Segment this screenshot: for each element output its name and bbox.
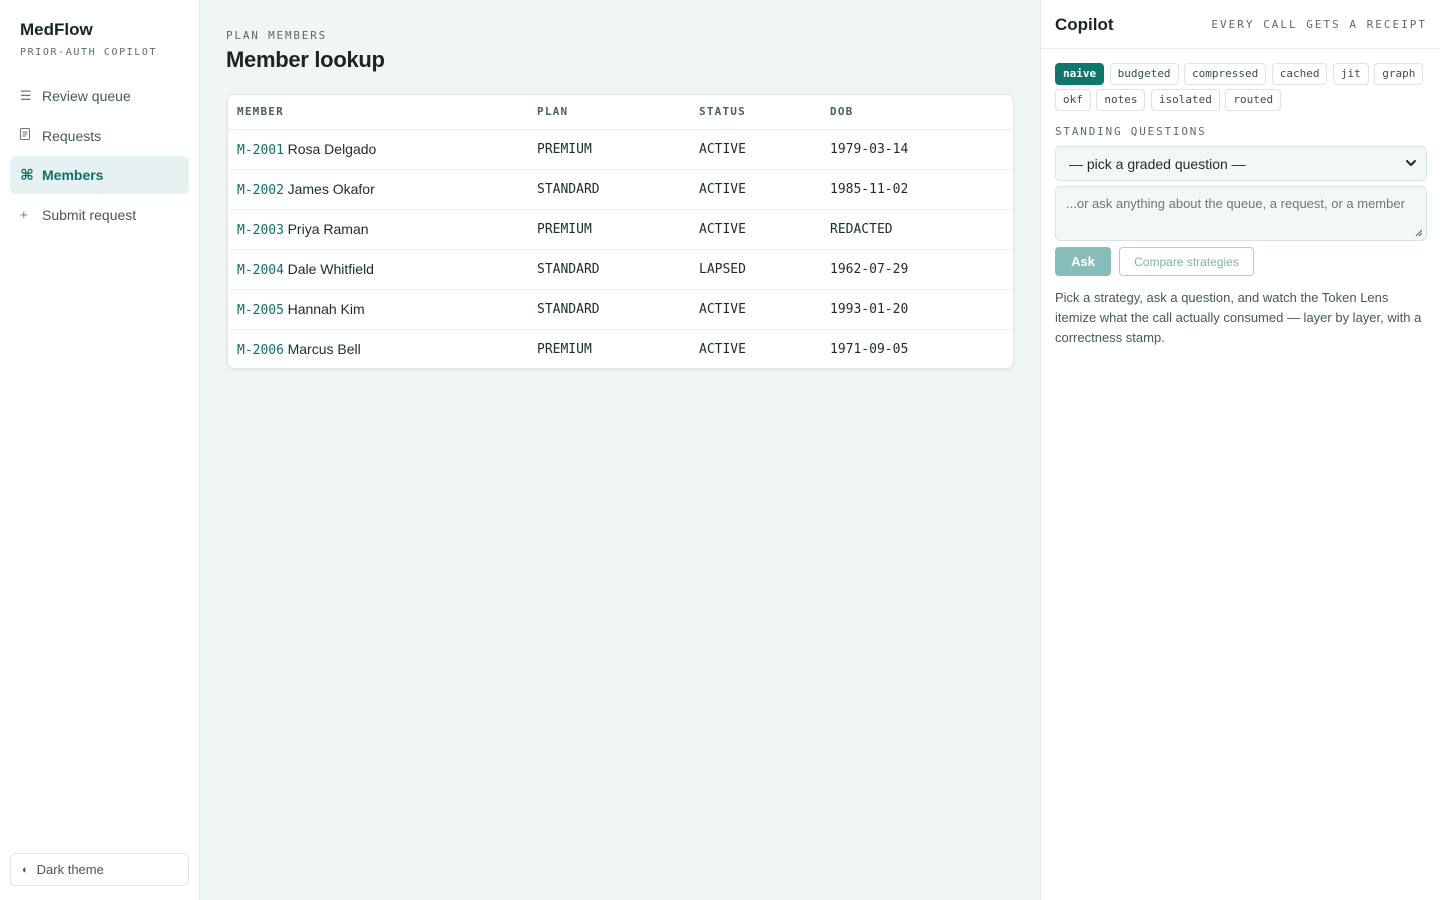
table-row[interactable]: M-2003 Priya Raman PREMIUM ACTIVE REDACT… [228,209,1013,250]
member-id-link[interactable]: M-2003 [237,223,284,238]
member-cell: M-2004 Dale Whitfield [228,249,528,290]
plus-icon: + [20,207,28,222]
plan-cell: PREMIUM [537,341,592,357]
member-name: Marcus Bell [287,340,361,357]
standing-question-select[interactable]: — pick a graded question — [1055,146,1427,181]
sidebar-item-review-queue[interactable]: ☰ Review queue [10,77,189,115]
sidebar-item-members[interactable]: ⌘ Members [10,156,189,194]
member-cell: M-2001 Rosa Delgado [228,129,528,170]
strategy-chip-okf[interactable]: okf [1055,89,1091,111]
plan-cell: STANDARD [528,289,690,330]
page-eyebrow: PLAN MEMBERS [226,29,328,42]
member-id-link[interactable]: M-2002 [237,183,284,198]
brand-title: MedFlow [20,20,93,39]
table-row[interactable]: M-2001 Rosa Delgado PREMIUM ACTIVE 1979-… [228,129,1013,170]
column-header-dob: DOB [821,95,1013,130]
member-id-link[interactable]: M-2004 [237,263,284,278]
members-table-card: MEMBER PLAN STATUS DOB M-2001 Rosa Delga… [227,94,1014,369]
theme-toggle-label: Dark theme [36,862,104,877]
strategy-chip-cached[interactable]: cached [1271,63,1328,85]
ask-placeholder: ...or ask anything about the queue, a re… [1066,196,1405,211]
strategy-chip-graph[interactable]: graph [1374,63,1424,85]
member-name: Priya Raman [287,220,369,237]
strategy-chip-jit[interactable]: jit [1332,63,1369,85]
member-name: Hannah Kim [287,300,365,317]
member-name: James Okafor [287,180,375,197]
standing-questions-label: STANDING QUESTIONS [1055,125,1207,138]
member-cell: M-2005 Hannah Kim [228,289,528,330]
sidebar-item-label: Requests [42,127,102,144]
copilot-panel: Copilot EVERY CALL GETS A RECEIPT naive … [1040,0,1440,900]
sidebar-item-label: Review queue [42,88,131,104]
strategy-chip-naive[interactable]: naive [1055,63,1105,85]
page-title: Member lookup [226,47,385,72]
column-header-status: STATUS [690,95,821,130]
sidebar-item-label: Members [42,167,104,183]
main-content: PLAN MEMBERS Member lookup MEMBER PLAN S… [200,0,1040,900]
theme-toggle-button[interactable]: ◐ Dark theme [10,853,189,886]
plan-cell: STANDARD [528,249,690,290]
plan-cell: STANDARD [528,169,690,210]
copilot-help-text: Pick a strategy, ask a question, and wat… [1055,290,1422,345]
ask-button[interactable]: Ask [1055,247,1111,276]
table-header-row: MEMBER PLAN STATUS DOB [228,95,1013,130]
members-table: MEMBER PLAN STATUS DOB M-2001 Rosa Delga… [228,95,1013,368]
strategy-chip-budgeted[interactable]: budgeted [1109,63,1179,85]
compare-strategies-button[interactable]: Compare strategies [1119,247,1254,276]
dob-cell: 1971-09-05 [830,341,909,357]
copilot-header: Copilot EVERY CALL GETS A RECEIPT [1041,0,1440,49]
brand-subtitle: PRIOR-AUTH COPILOT [20,47,158,58]
status-cell: ACTIVE [690,129,821,170]
strategy-chips: naive budgeted compressed cached jit gra… [1055,63,1429,115]
copilot-title: Copilot [1055,15,1114,34]
ask-input[interactable]: ...or ask anything about the queue, a re… [1055,186,1427,241]
table-row[interactable]: M-2005 Hannah Kim STANDARD ACTIVE 1993-0… [228,289,1013,330]
strategy-chip-isolated[interactable]: isolated [1150,89,1220,111]
member-cell: M-2003 Priya Raman [228,209,528,250]
dob-cell: 1979-03-14 [821,129,1013,170]
status-cell: LAPSED [690,249,821,290]
member-id-link[interactable]: M-2005 [237,303,284,318]
sidebar-item-label: Submit request [42,206,137,223]
status-cell: ACTIVE [699,341,746,357]
sidebar: MedFlow PRIOR-AUTH COPILOT ☰ Review queu… [0,0,200,900]
status-cell: ACTIVE [690,169,821,210]
chevron-down-icon [1406,160,1416,166]
column-header-member: MEMBER [228,95,528,130]
resize-grip-icon[interactable] [1415,229,1423,237]
plan-cell: PREMIUM [528,129,690,170]
select-value: — pick a graded question — [1069,155,1246,172]
table-row[interactable]: M-2002 James Okafor STANDARD ACTIVE 1985… [228,169,1013,210]
dob-cell: 1993-01-20 [821,289,1013,330]
dob-cell: 1962-07-29 [821,249,1013,290]
member-name: Dale Whitfield [287,260,374,277]
table-row[interactable]: M-2006 Marcus Bell PREMIUM ACTIVE 1971-0… [228,329,1013,368]
member-name: Rosa Delgado [287,140,377,157]
copilot-tagline: EVERY CALL GETS A RECEIPT [1211,18,1427,31]
command-icon: ⌘ [20,167,34,184]
strategy-chip-routed[interactable]: routed [1225,89,1282,111]
sidebar-item-requests[interactable]: Requests [10,117,189,155]
sidebar-nav: ☰ Review queue Requests ⌘ Members + Subm… [10,77,189,235]
member-id-link[interactable]: M-2001 [237,143,284,158]
list-icon: ☰ [20,88,32,103]
dob-cell: 1985-11-02 [821,169,1013,210]
strategy-chip-notes[interactable]: notes [1096,89,1146,111]
strategy-chip-compressed[interactable]: compressed [1184,63,1267,85]
sidebar-item-submit-request[interactable]: + Submit request [10,196,189,234]
column-header-plan: PLAN [528,95,690,130]
document-icon [20,128,42,143]
member-id-link[interactable]: M-2006 [237,343,284,358]
member-cell: M-2006 Marcus Bell [228,329,528,368]
status-cell: ACTIVE [690,289,821,330]
table-row[interactable]: M-2004 Dale Whitfield STANDARD LAPSED 19… [228,249,1013,290]
status-cell: ACTIVE [690,209,821,250]
half-circle-icon: ◐ [22,863,29,876]
dob-cell: REDACTED [821,209,1013,250]
plan-cell: PREMIUM [528,209,690,250]
member-cell: M-2002 James Okafor [228,169,528,210]
